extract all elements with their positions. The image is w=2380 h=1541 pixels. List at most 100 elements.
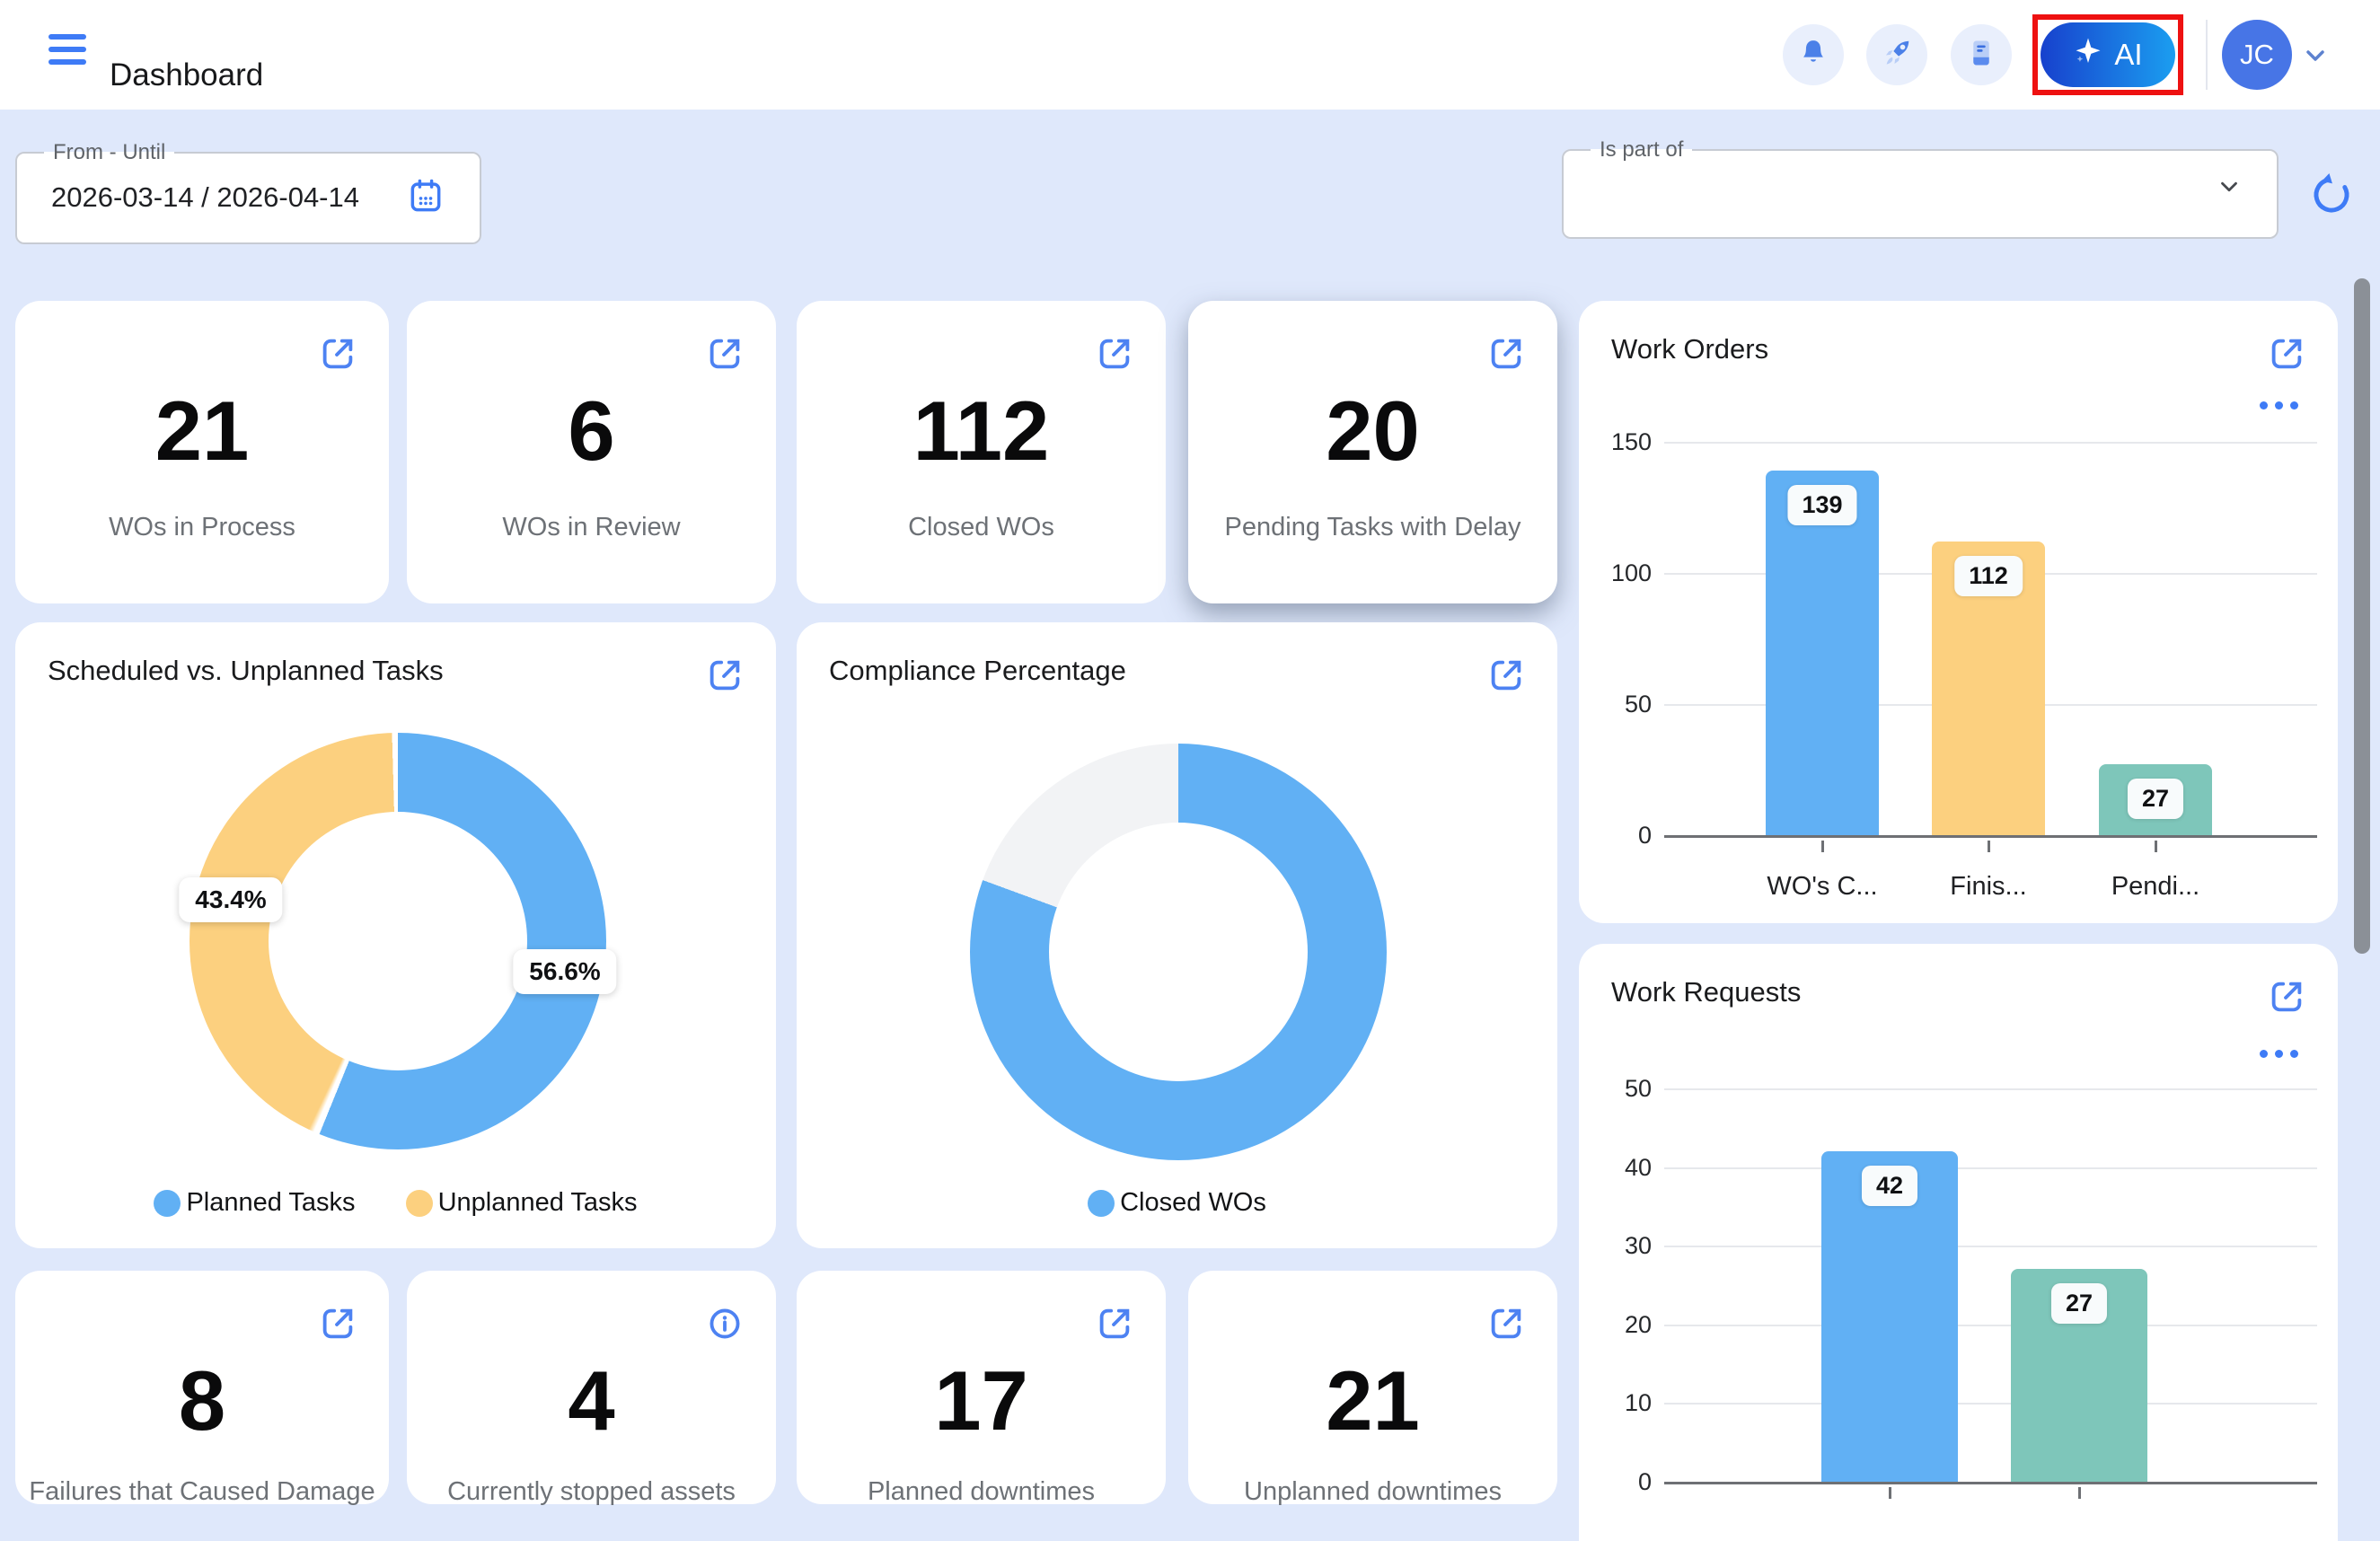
date-range-value: 2026-03-14 / 2026-04-14 (51, 181, 359, 214)
gridline (1664, 1167, 2317, 1169)
scheduled-vs-unplanned-chart-card: Scheduled vs. Unplanned Tasks 56.6% 43.4%… (15, 622, 776, 1248)
bar-value-label: 139 (1787, 485, 1856, 525)
kpi-card-pending-tasks-with-delay[interactable]: 20 Pending Tasks with Delay (1188, 301, 1557, 603)
chart-legend: Closed WOs (797, 1188, 1557, 1218)
kpi-card-wos-in-review[interactable]: 6 WOs in Review (407, 301, 776, 603)
sparkle-icon (2073, 36, 2103, 74)
kpi-value: 20 (1188, 389, 1557, 473)
external-link-icon[interactable] (1094, 333, 1135, 379)
kpi-value: 8 (15, 1359, 389, 1443)
donut-slice-label: 43.4% (179, 877, 282, 922)
x-axis-tick (1821, 841, 1824, 852)
bar-value-label: 42 (1862, 1166, 1917, 1206)
refresh-button[interactable] (2305, 169, 2358, 223)
hamburger-menu-icon[interactable] (48, 34, 86, 75)
external-link-icon[interactable] (1485, 655, 1527, 700)
journal-icon (1964, 36, 1998, 75)
is-part-of-label: Is part of (1591, 137, 1692, 163)
chart-menu-icon[interactable] (2260, 1050, 2298, 1058)
page-title: Dashboard (110, 57, 263, 93)
kpi-card-failures-caused-damage[interactable]: 8 Failures that Caused Damage (15, 1271, 389, 1504)
y-axis-tick-label: 50 (1579, 691, 1652, 718)
kpi-card-closed-wos[interactable]: 112 Closed WOs (797, 301, 1166, 603)
external-link-icon[interactable] (704, 333, 745, 379)
kpi-card-wos-in-process[interactable]: 21 WOs in Process (15, 301, 389, 603)
kpi-value: 17 (797, 1359, 1166, 1443)
y-axis-tick-label: 100 (1579, 559, 1652, 587)
y-axis-tick-label: 50 (1579, 1075, 1652, 1103)
external-link-icon[interactable] (2266, 976, 2307, 1022)
bar-value-label: 27 (2128, 779, 2183, 819)
donut-hole (1049, 823, 1308, 1081)
external-link-icon[interactable] (317, 1303, 358, 1349)
date-range-field[interactable]: From - Until 2026-03-14 / 2026-04-14 (15, 140, 481, 244)
kpi-label: Planned downtimes (797, 1477, 1166, 1507)
kpi-label: Currently stopped assets (407, 1477, 776, 1507)
external-link-icon[interactable] (1485, 333, 1527, 379)
kpi-card-unplanned-downtimes[interactable]: 21 Unplanned downtimes (1188, 1271, 1557, 1504)
donut-slice-label: 56.6% (513, 949, 616, 994)
kpi-card-planned-downtimes[interactable]: 17 Planned downtimes (797, 1271, 1166, 1504)
legend-label: Unplanned Tasks (438, 1188, 638, 1218)
chart-legend: Planned Tasks Unplanned Tasks (15, 1188, 776, 1218)
legend-label: Planned Tasks (186, 1188, 355, 1218)
dashboard-page: Dashboard (0, 0, 2380, 1541)
kpi-label: Unplanned downtimes (1188, 1477, 1557, 1507)
account-chevron-down-icon[interactable] (2301, 41, 2330, 75)
avatar[interactable]: JC (2222, 20, 2292, 90)
legend-dot (1088, 1190, 1115, 1217)
x-axis-line (1664, 835, 2317, 838)
ai-assistant-button[interactable]: AI (2041, 22, 2175, 87)
donut-chart[interactable] (190, 733, 606, 1149)
refresh-icon (2306, 209, 2357, 223)
whats-new-button[interactable] (1866, 24, 1927, 85)
kpi-value: 21 (15, 389, 389, 473)
work-requests-chart-card: Work Requests 010203040504227 (1579, 944, 2338, 1541)
external-link-icon[interactable] (317, 333, 358, 379)
y-axis-tick-label: 40 (1579, 1154, 1652, 1182)
chart-menu-icon[interactable] (2260, 401, 2298, 409)
vertical-scrollbar-thumb[interactable] (2354, 278, 2370, 954)
kpi-label: Closed WOs (797, 513, 1166, 542)
annotation-highlight-box: AI (2032, 14, 2183, 95)
chart-title: Work Requests (1611, 976, 1801, 1008)
external-link-icon[interactable] (2266, 333, 2307, 379)
topbar-divider (2206, 20, 2208, 90)
y-axis-tick-label: 30 (1579, 1232, 1652, 1260)
chart-title: Scheduled vs. Unplanned Tasks (48, 655, 444, 687)
y-axis-tick-label: 0 (1579, 1468, 1652, 1496)
kpi-value: 4 (407, 1359, 776, 1443)
external-link-icon[interactable] (704, 655, 745, 700)
x-axis-tick (1889, 1487, 1891, 1499)
y-axis-tick-label: 150 (1579, 428, 1652, 456)
kpi-card-currently-stopped-assets[interactable]: 4 Currently stopped assets (407, 1271, 776, 1504)
kpi-label: Pending Tasks with Delay (1188, 513, 1557, 542)
bar-value-label: 27 (2051, 1283, 2107, 1324)
notifications-button[interactable] (1783, 24, 1844, 85)
gridline (1664, 1246, 2317, 1247)
x-axis-category-label: Pendi... (2039, 872, 2272, 902)
docs-button[interactable] (1951, 24, 2012, 85)
kpi-label: WOs in Review (407, 513, 776, 542)
external-link-icon[interactable] (1094, 1303, 1135, 1349)
external-link-icon[interactable] (1485, 1303, 1527, 1349)
info-icon[interactable] (704, 1303, 745, 1349)
compliance-percentage-chart-card: Compliance Percentage 80.6% Closed WOs (797, 622, 1557, 1248)
chart-title: Work Orders (1611, 333, 1768, 365)
x-axis-line (1664, 1482, 2317, 1484)
bell-icon (1796, 36, 1830, 75)
top-bar: Dashboard (0, 0, 2380, 110)
chart-title: Compliance Percentage (829, 655, 1126, 687)
bar-value-label: 112 (1954, 556, 2023, 596)
y-axis-tick-label: 0 (1579, 822, 1652, 850)
gridline (1664, 1088, 2317, 1090)
donut-chart[interactable] (970, 744, 1387, 1160)
donut-hole (269, 812, 527, 1070)
calendar-icon[interactable] (406, 176, 445, 220)
is-part-of-field[interactable]: Is part of (1562, 137, 2279, 239)
legend-dot (154, 1190, 181, 1217)
x-axis-tick (2078, 1487, 2081, 1499)
kpi-label: Failures that Caused Damage (15, 1477, 389, 1507)
kpi-value: 112 (797, 389, 1166, 473)
dropdown-chevron-down-icon[interactable] (2216, 173, 2243, 205)
